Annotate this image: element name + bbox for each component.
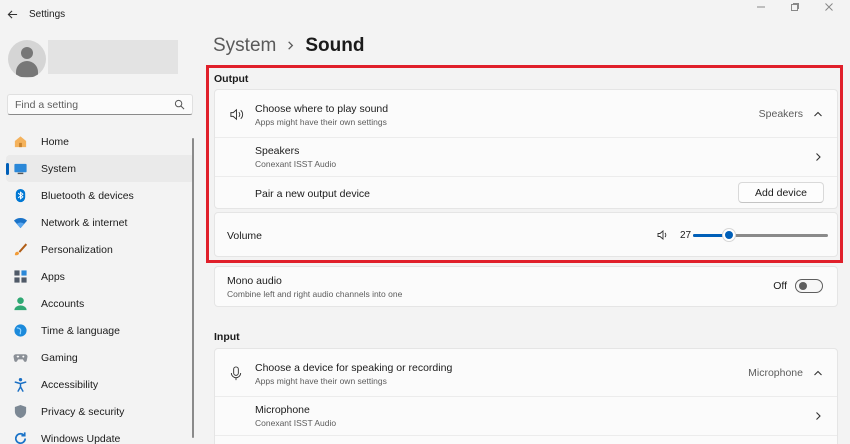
gamepad-icon: [13, 350, 28, 365]
back-arrow-icon: [7, 9, 17, 19]
sidebar-item-gaming[interactable]: Gaming: [6, 344, 194, 371]
title-bar: Settings: [0, 0, 850, 28]
sidebar-item-home[interactable]: Home: [6, 128, 194, 155]
sidebar-item-accounts[interactable]: Accounts: [6, 290, 194, 317]
sidebar-item-network[interactable]: Network & internet: [6, 209, 194, 236]
close-button[interactable]: [822, 2, 836, 15]
sidebar-scrollbar[interactable]: [192, 138, 194, 438]
mono-audio-card[interactable]: Mono audio Combine left and right audio …: [214, 266, 838, 307]
input-section-label: Input: [214, 331, 240, 343]
sidebar-item-accessibility[interactable]: Accessibility: [6, 371, 194, 398]
brush-icon: [13, 242, 28, 257]
sidebar-item-time-language[interactable]: Time & language: [6, 317, 194, 344]
window-controls: [754, 2, 836, 15]
sidebar-item-bluetooth[interactable]: Bluetooth & devices: [6, 182, 194, 209]
sidebar-item-label: Bluetooth & devices: [41, 189, 134, 202]
update-icon: [13, 431, 28, 444]
sidebar-item-label: Privacy & security: [41, 405, 125, 418]
sidebar: Home System Bluetooth & devices Network …: [0, 28, 200, 444]
sidebar-item-label: Time & language: [41, 324, 120, 337]
chevron-up-icon[interactable]: [812, 367, 824, 379]
minimize-button[interactable]: [754, 2, 768, 15]
shield-icon: [13, 404, 28, 419]
maximize-button[interactable]: [788, 2, 802, 15]
sidebar-item-label: Network & internet: [41, 216, 128, 229]
sidebar-item-label: Gaming: [41, 351, 78, 364]
sidebar-item-label: Apps: [41, 270, 65, 283]
mono-audio-title: Mono audio: [227, 275, 282, 287]
search-input[interactable]: [15, 98, 165, 111]
sidebar-item-label: Accounts: [41, 297, 85, 310]
accessibility-icon: [13, 377, 28, 392]
avatar[interactable]: [8, 40, 46, 78]
sidebar-item-label: Home: [41, 135, 70, 148]
mono-audio-subtitle: Combine left and right audio channels in…: [227, 289, 403, 299]
choose-input-row[interactable]: Choose a device for speaking or recordin…: [215, 349, 837, 396]
sidebar-nav: Home System Bluetooth & devices Network …: [0, 128, 200, 444]
active-indicator: [6, 163, 9, 175]
sidebar-item-label: Accessibility: [41, 378, 99, 391]
search-box[interactable]: [7, 94, 193, 115]
chevron-right-icon[interactable]: [812, 410, 824, 422]
sidebar-item-system[interactable]: System: [6, 155, 194, 182]
sidebar-item-windows-update[interactable]: Windows Update: [6, 425, 194, 444]
breadcrumb-parent[interactable]: System: [213, 35, 276, 57]
sidebar-item-label: System: [41, 162, 77, 175]
sidebar-item-apps[interactable]: Apps: [6, 263, 194, 290]
app-title: Settings: [29, 9, 66, 20]
accounts-icon: [13, 296, 28, 311]
avatar-shoulders: [16, 61, 38, 77]
mono-audio-toggle[interactable]: [795, 279, 823, 293]
home-icon: [13, 134, 28, 149]
back-button[interactable]: [4, 6, 20, 22]
apps-icon: [13, 269, 28, 284]
page-title: Sound: [305, 35, 365, 56]
toggle-knob: [799, 282, 807, 290]
mono-audio-state: Off: [773, 280, 787, 292]
sidebar-item-privacy[interactable]: Privacy & security: [6, 398, 194, 425]
selected-input-value: Microphone: [748, 367, 803, 379]
minimize-icon: [757, 6, 765, 8]
highlight-annotation: [206, 65, 843, 263]
search-icon[interactable]: [174, 99, 185, 110]
sidebar-item-personalization[interactable]: Personalization: [6, 236, 194, 263]
user-name-redacted: [48, 40, 178, 74]
system-icon: [13, 161, 28, 176]
restore-icon: [791, 3, 799, 11]
wifi-icon: [13, 215, 28, 230]
choose-input-subtitle: Apps might have their own settings: [255, 376, 387, 386]
microphone-icon: [228, 365, 244, 381]
bluetooth-icon: [13, 188, 28, 203]
input-device-card: Choose a device for speaking or recordin…: [214, 348, 838, 444]
sidebar-item-label: Personalization: [41, 243, 113, 256]
globe-icon: [13, 323, 28, 338]
avatar-head: [21, 47, 33, 59]
microphone-title: Microphone: [255, 404, 310, 416]
chevron-right-icon: [286, 38, 295, 54]
microphone-subtitle: Conexant ISST Audio: [255, 418, 337, 428]
sidebar-item-label: Windows Update: [41, 432, 121, 444]
choose-input-title: Choose a device for speaking or recordin…: [255, 362, 453, 374]
close-icon: [825, 3, 833, 11]
breadcrumb: System Sound: [213, 35, 364, 57]
divider: [215, 435, 837, 436]
microphone-device-row[interactable]: Microphone Conexant ISST Audio: [215, 397, 837, 435]
